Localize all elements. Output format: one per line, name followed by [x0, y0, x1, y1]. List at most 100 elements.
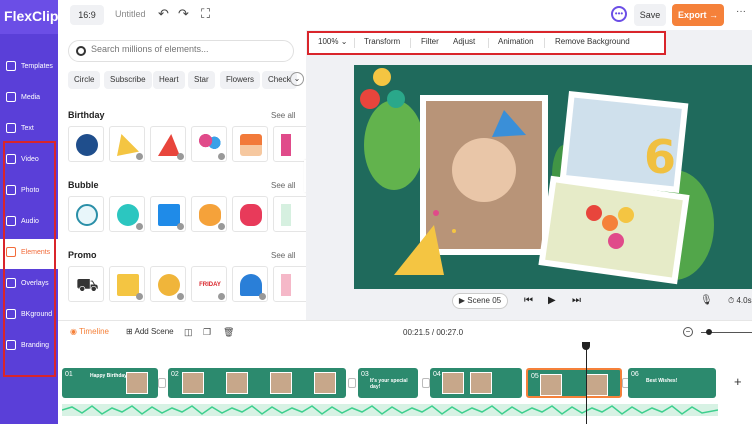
text-icon	[6, 123, 16, 133]
audio-waveform	[62, 405, 718, 415]
transition-handle[interactable]	[422, 378, 430, 388]
more-options-button[interactable]: ···	[736, 6, 746, 17]
skip-forward-icon[interactable]: ⏭	[572, 295, 581, 306]
element-thumb[interactable]	[273, 196, 306, 232]
audio-track[interactable]	[62, 404, 718, 416]
scene-clip-06[interactable]: 06 Best Wishes!	[628, 368, 716, 398]
scene-clip-05[interactable]: 05	[526, 368, 622, 398]
element-thumb[interactable]	[191, 196, 227, 232]
app-logo[interactable]: FlexClip	[0, 0, 58, 34]
scene-clip-04[interactable]: 04	[430, 368, 522, 398]
element-thumb[interactable]	[109, 266, 145, 302]
zoom-slider-knob[interactable]	[706, 329, 712, 335]
undo-icon[interactable]: ↶	[158, 6, 169, 22]
transition-handle[interactable]	[348, 378, 356, 388]
search-box[interactable]	[68, 40, 294, 62]
video-stage[interactable]: 6	[354, 65, 752, 289]
oval-bubble-icon	[199, 204, 221, 226]
fullscreen-icon[interactable]: ⛶	[201, 6, 210, 22]
redo-icon[interactable]: ↷	[178, 6, 189, 22]
search-input[interactable]	[91, 44, 281, 54]
trash-icon[interactable]: 🗑	[223, 327, 234, 338]
party-popper-icon	[158, 134, 180, 156]
chip-subscribe[interactable]: Subscribe	[104, 71, 152, 89]
sidebar-item-media[interactable]: Media	[0, 84, 58, 114]
skip-back-icon[interactable]: ⏮	[524, 295, 533, 306]
chip-heart[interactable]: Heart	[153, 71, 185, 89]
see-all-birthday[interactable]: See all	[271, 111, 295, 120]
add-scene-plus-button[interactable]: +	[734, 374, 742, 389]
element-thumb[interactable]	[273, 266, 306, 302]
timeline-time: 00:21.5 / 00:27.0	[403, 328, 464, 337]
element-thumb[interactable]	[68, 126, 104, 162]
element-thumb[interactable]: ⛟	[68, 266, 104, 302]
balloon-shape	[608, 233, 624, 249]
section-title-bubble: Bubble	[68, 180, 99, 190]
clip-thumbnail	[586, 374, 608, 396]
element-thumb[interactable]	[232, 266, 268, 302]
scene-clip-03[interactable]: 03 It's your special day!	[358, 368, 418, 398]
element-thumb[interactable]	[150, 266, 186, 302]
shopping-cart-icon: ⛟	[76, 275, 99, 295]
duplicate-icon[interactable]: ❐	[203, 327, 211, 338]
elements-panel: Circle Subscribe Heart Star Flowers Chec…	[58, 30, 306, 320]
templates-icon	[6, 61, 16, 71]
premium-badge-icon	[218, 223, 225, 230]
media-icon	[6, 92, 16, 102]
scene-duration[interactable]: ⏱ 4.0s	[728, 296, 752, 306]
element-thumb[interactable]	[273, 126, 306, 162]
cake-icon	[240, 134, 262, 156]
scene-clip-01[interactable]: 01 Happy Birthday	[62, 368, 158, 398]
balloon-shape	[373, 68, 391, 86]
confetti	[433, 210, 439, 216]
party-hat-icon	[117, 134, 139, 156]
playhead[interactable]	[586, 344, 587, 424]
element-thumb[interactable]	[232, 126, 268, 162]
element-thumb[interactable]	[232, 196, 268, 232]
aspect-ratio-button[interactable]: 16:9	[70, 5, 104, 25]
export-button[interactable]: Export →	[672, 4, 724, 26]
element-thumb[interactable]	[191, 126, 227, 162]
premium-badge-icon	[136, 223, 143, 230]
clip-thumbnail	[314, 372, 336, 394]
see-all-promo[interactable]: See all	[271, 251, 295, 260]
balloon-shape	[618, 207, 634, 223]
chat-icon[interactable]: •••	[611, 6, 627, 22]
element-thumb[interactable]	[109, 196, 145, 232]
microphone-icon[interactable]: 🎙	[700, 295, 713, 306]
see-all-bubble[interactable]: See all	[271, 181, 295, 190]
highlight-box-sidebar	[3, 141, 56, 377]
chip-star[interactable]: Star	[188, 71, 215, 89]
clip-thumbnail	[126, 372, 148, 394]
canvas-area: 100% ⌄ Transform Filter Adjust Animation…	[306, 30, 752, 320]
balloon-shape	[602, 215, 618, 231]
bubble-icon	[281, 204, 291, 226]
element-thumb[interactable]	[150, 196, 186, 232]
split-icon[interactable]: ◫	[184, 327, 193, 338]
element-thumb[interactable]: FRIDAY	[191, 266, 227, 302]
section-title-birthday: Birthday	[68, 110, 105, 120]
element-thumb[interactable]	[109, 126, 145, 162]
timeline-bar: ◉ Timeline ⊞ Add Scene ◫ ❐ 🗑 00:21.5 / 0…	[58, 320, 752, 344]
play-scene-button[interactable]: ▶ Scene 05	[452, 293, 508, 309]
balloon-shape	[360, 89, 380, 109]
hot-air-balloon-icon	[240, 274, 262, 296]
zoom-out-icon[interactable]: −	[683, 327, 693, 337]
transition-handle[interactable]	[158, 378, 166, 388]
premium-badge-icon	[177, 223, 184, 230]
leaf-decoration	[364, 100, 424, 190]
scene-clip-02[interactable]: 02	[168, 368, 346, 398]
sidebar-item-templates[interactable]: Templates	[0, 53, 58, 83]
save-button[interactable]: Save	[634, 4, 666, 26]
chip-flowers[interactable]: Flowers	[220, 71, 261, 89]
gift-box-icon	[117, 274, 139, 296]
project-title[interactable]: Untitled	[115, 9, 146, 19]
element-thumb[interactable]	[150, 126, 186, 162]
play-icon[interactable]: ▶	[548, 295, 556, 306]
square-bubble-icon	[158, 204, 180, 226]
element-thumb[interactable]	[68, 196, 104, 232]
chip-circle[interactable]: Circle	[68, 71, 101, 89]
chevron-down-icon[interactable]: ⌄	[290, 72, 304, 86]
add-scene-button[interactable]: ⊞ Add Scene	[126, 327, 174, 336]
timeline-toggle[interactable]: ◉ Timeline	[70, 327, 109, 336]
